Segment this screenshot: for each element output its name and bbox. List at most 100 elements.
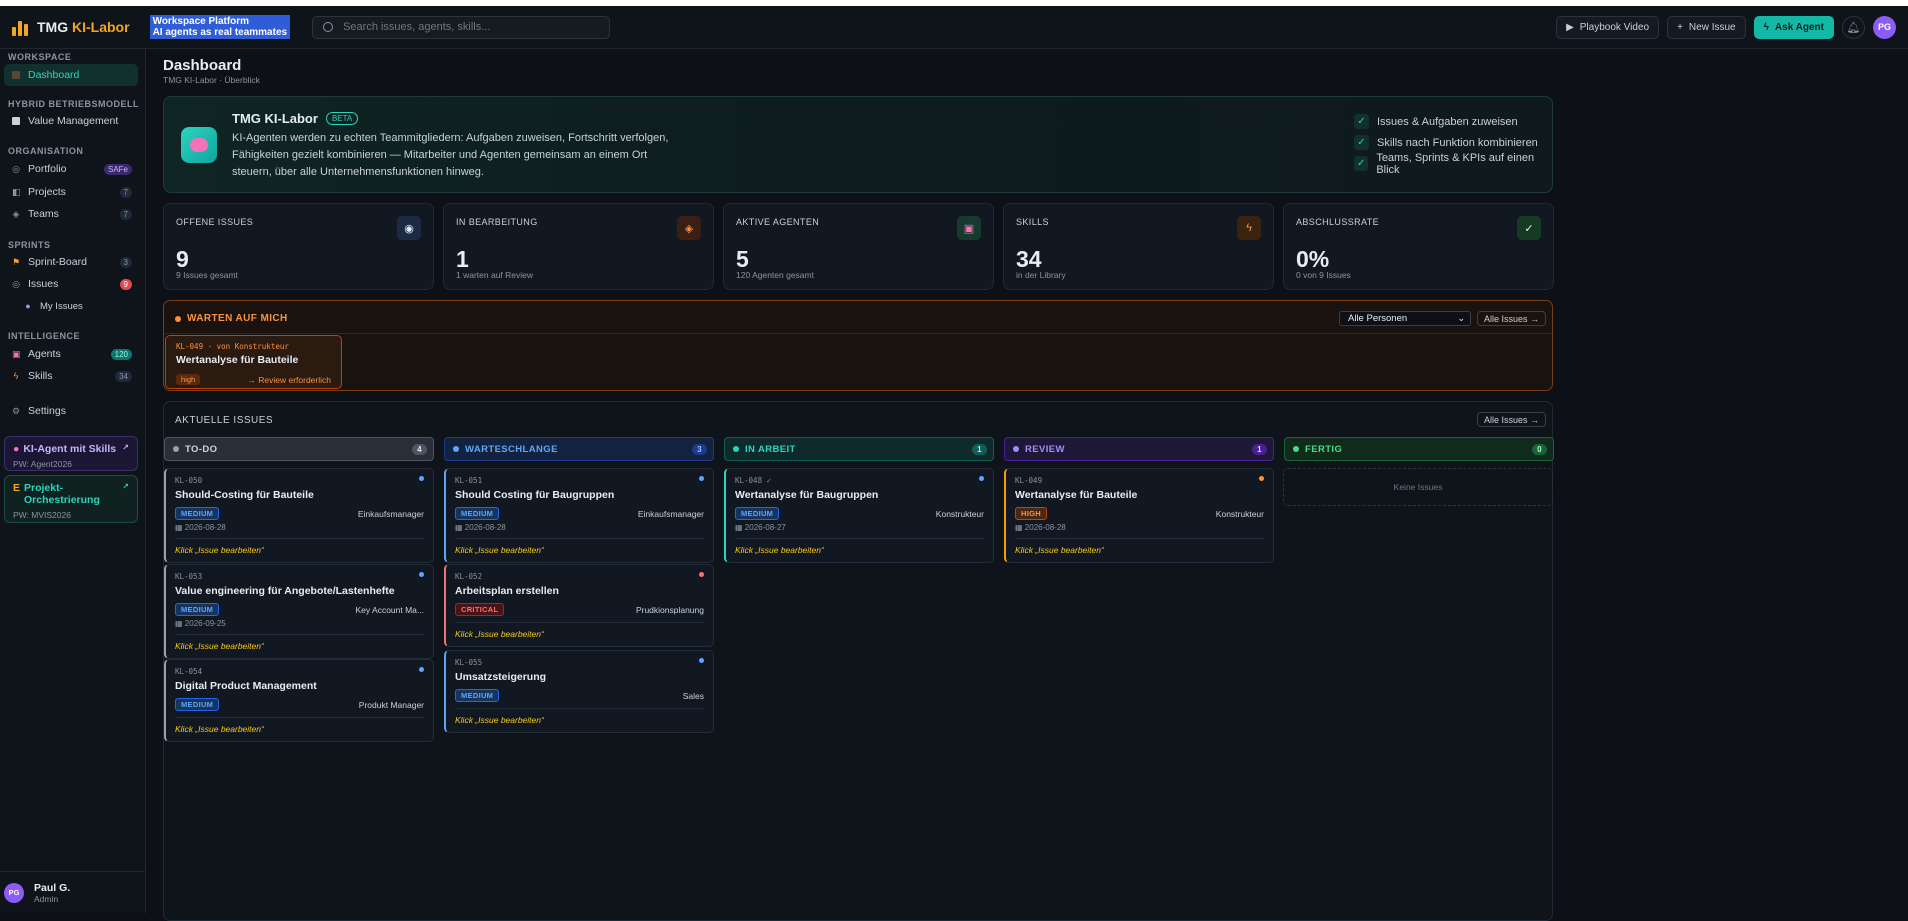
user-profile[interactable]: PG Paul G. Admin <box>0 871 146 913</box>
chart-icon: E <box>13 482 21 494</box>
projects-icon: ◧ <box>12 187 21 197</box>
sidebar-item-value-management[interactable]: Value Management <box>4 110 138 132</box>
stat-value: 0% <box>1296 246 1330 272</box>
sidebar-item-dashboard[interactable]: Dashboard <box>4 64 138 86</box>
sidebar-item-portfolio[interactable]: ◎ Portfolio SAFe <box>4 158 138 180</box>
issue-owner: Prudkionsplanung <box>635 604 704 615</box>
issue-card[interactable]: KL-053 Value engineering für Angebote/La… <box>164 564 434 659</box>
teams-count: 7 <box>119 208 132 220</box>
edit-issue-hint[interactable]: Klick „Issue bearbeiten“ <box>455 629 704 639</box>
bell-icon[interactable]: 🔔︎ <box>1842 15 1865 39</box>
calendar-icon: ▦ <box>175 619 183 628</box>
edit-issue-hint[interactable]: Klick „Issue bearbeiten“ <box>175 545 424 555</box>
issues-count: 9 <box>119 278 132 290</box>
new-issue-button[interactable]: + New Issue <box>1667 15 1746 39</box>
stat-value: 5 <box>736 246 749 272</box>
sidebar-item-my-issues[interactable]: ● My Issues <box>4 295 138 317</box>
issue-card[interactable]: KL-050 Should-Costing für Bauteile MEDIU… <box>164 468 434 563</box>
stat-value: 9 <box>176 246 189 272</box>
logo[interactable]: TMG KI-Labor <box>12 18 130 36</box>
search-box[interactable] <box>312 15 611 39</box>
issues-icon: ◎ <box>12 279 20 289</box>
dashboard-icon <box>12 71 20 79</box>
issue-card[interactable]: KL-055 Umsatzsteigerung MEDIUM Sales Klic… <box>444 650 714 733</box>
external-link-icon: ↗ <box>122 482 129 491</box>
issue-card[interactable]: KL-051 Should Costing für Baugruppen MED… <box>444 468 714 563</box>
playbook-video-button[interactable]: ▶ Playbook Video <box>1556 15 1660 39</box>
column-header-fertig: FERTIG 0 <box>1284 437 1554 461</box>
stat-value: 1 <box>456 246 469 272</box>
stat-card: IN BEARBEITUNG ◈ 1 1 warten auf Review <box>443 203 714 290</box>
waiting-title: WARTEN AUF MICH <box>187 313 288 324</box>
issue-title: Digital Product Management <box>175 680 317 692</box>
sidebar-item-skills[interactable]: ϟ Skills 34 <box>4 365 138 387</box>
promo-projekt-orchestrierung[interactable]: E Projekt- Orchestrierung ↗ PW: MVIS2026 <box>4 475 138 523</box>
edit-issue-hint[interactable]: Klick „Issue bearbeiten“ <box>735 545 984 555</box>
sidebar-item-settings[interactable]: ⚙ Settings <box>4 400 138 422</box>
calendar-icon: ▦ <box>735 523 743 532</box>
sidebar-item-issues[interactable]: ◎ Issues 9 <box>4 273 138 295</box>
person-filter-select[interactable]: Alle Personen ⌄ <box>1339 311 1471 326</box>
issue-owner: Key Account Ma... <box>355 604 424 615</box>
teams-icon: ◈ <box>12 209 20 219</box>
safe-badge: SAFe <box>103 163 132 175</box>
issue-title: Umsatzsteigerung <box>455 671 547 683</box>
edit-issue-hint[interactable]: Klick „Issue bearbeiten“ <box>455 545 704 555</box>
search-input[interactable] <box>343 21 594 33</box>
due-date: ▦ 2026-09-25 <box>175 619 226 628</box>
sidebar-item-projects[interactable]: ◧ Projects 7 <box>4 181 138 203</box>
edit-issue-hint[interactable]: Klick „Issue bearbeiten“ <box>175 724 424 734</box>
sprint-count: 3 <box>119 256 132 268</box>
issue-card[interactable]: KL-048 ✓ Wertanalyse für Baugruppen MEDI… <box>724 468 994 563</box>
column-count: 3 <box>692 443 707 455</box>
review-link[interactable]: → Review erforderlich <box>247 375 331 385</box>
issue-owner: Konstrukteur <box>1215 508 1264 519</box>
waiting-card[interactable]: KL-049 · von Konstrukteur Wertanalyse fü… <box>165 335 342 389</box>
issue-card[interactable]: KL-052 Arbeitsplan erstellen CRITICAL Pru… <box>444 564 714 647</box>
avatar[interactable]: PG <box>1873 15 1896 39</box>
issue-card[interactable]: KL-049 Wertanalyse für Bauteile HIGH Kons… <box>1004 468 1274 563</box>
status-dot <box>453 446 459 452</box>
waiting-panel: WARTEN AUF MICH Alle Personen ⌄ Alle Issu… <box>163 300 1553 391</box>
section-hybrid: HYBRID BETRIEBSMODELL <box>8 99 140 109</box>
runner-icon: ⚑ <box>12 257 21 267</box>
column-header-to-do: TO-DO 4 <box>164 437 434 461</box>
sidebar-item-sprint-board[interactable]: ⚑ Sprint-Board 3 <box>4 251 138 273</box>
ask-agent-button[interactable]: ϟ Ask Agent <box>1753 15 1834 39</box>
priority-badge: CRITICAL <box>455 603 505 616</box>
edit-issue-hint[interactable]: Klick „Issue bearbeiten“ <box>455 715 704 725</box>
edit-issue-hint[interactable]: Klick „Issue bearbeiten“ <box>1015 545 1264 555</box>
stat-card: SKILLS ϟ 34 in der Library <box>1003 203 1274 290</box>
all-issues-button[interactable]: Alle Issues → <box>1477 412 1547 427</box>
breadcrumb: TMG KI-Labor · Überblick <box>163 75 260 85</box>
feature-item: ✓ Teams, Sprints & KPIs auf einen Blick <box>1354 152 1552 176</box>
external-link-icon: ↗ <box>122 443 129 452</box>
play-icon: ▶ <box>1566 21 1574 33</box>
stat-label: ABSCHLUSSRATE <box>1296 217 1380 227</box>
stat-card: OFFENE ISSUES ◉ 9 9 Issues gesamt <box>163 203 434 290</box>
due-date: ▦ 2026-08-28 <box>175 523 226 532</box>
column-count: 0 <box>1532 443 1547 455</box>
section-organisation: ORGANISATION <box>8 146 84 156</box>
stat-sub: 120 Agenten gesamt <box>736 270 814 280</box>
search-icon <box>323 22 334 32</box>
issue-owner: Konstrukteur <box>935 508 984 519</box>
column-count: 4 <box>412 443 427 455</box>
skills-count: 34 <box>115 370 132 382</box>
plus-icon: + <box>1677 21 1683 33</box>
status-dot <box>1013 446 1019 452</box>
hero-title: TMG KI-Labor <box>232 111 318 126</box>
edit-issue-hint[interactable]: Klick „Issue bearbeiten“ <box>175 641 424 651</box>
promo-ki-agent[interactable]: ● KI-Agent mit Skills ↗ PW: Agent2026 <box>4 436 138 471</box>
sidebar-item-agents[interactable]: ▣ Agents 120 <box>4 343 138 365</box>
stat-sub: 0 von 9 Issues <box>1296 270 1351 280</box>
top-bar: TMG KI-Labor Workspace Platform AI agent… <box>0 6 1908 49</box>
user-avatar: PG <box>4 882 24 903</box>
document-icon <box>12 117 20 125</box>
sidebar-item-teams[interactable]: ◈ Teams 7 <box>4 203 138 225</box>
issue-owner: Einkaufsmanager <box>357 508 424 519</box>
due-date: ▦ 2026-08-28 <box>455 523 506 532</box>
issue-card[interactable]: KL-054 Digital Product Management MEDIUM… <box>164 659 434 742</box>
all-issues-button[interactable]: Alle Issues → <box>1477 311 1547 326</box>
issue-id: KL-048 ✓ <box>735 476 772 485</box>
